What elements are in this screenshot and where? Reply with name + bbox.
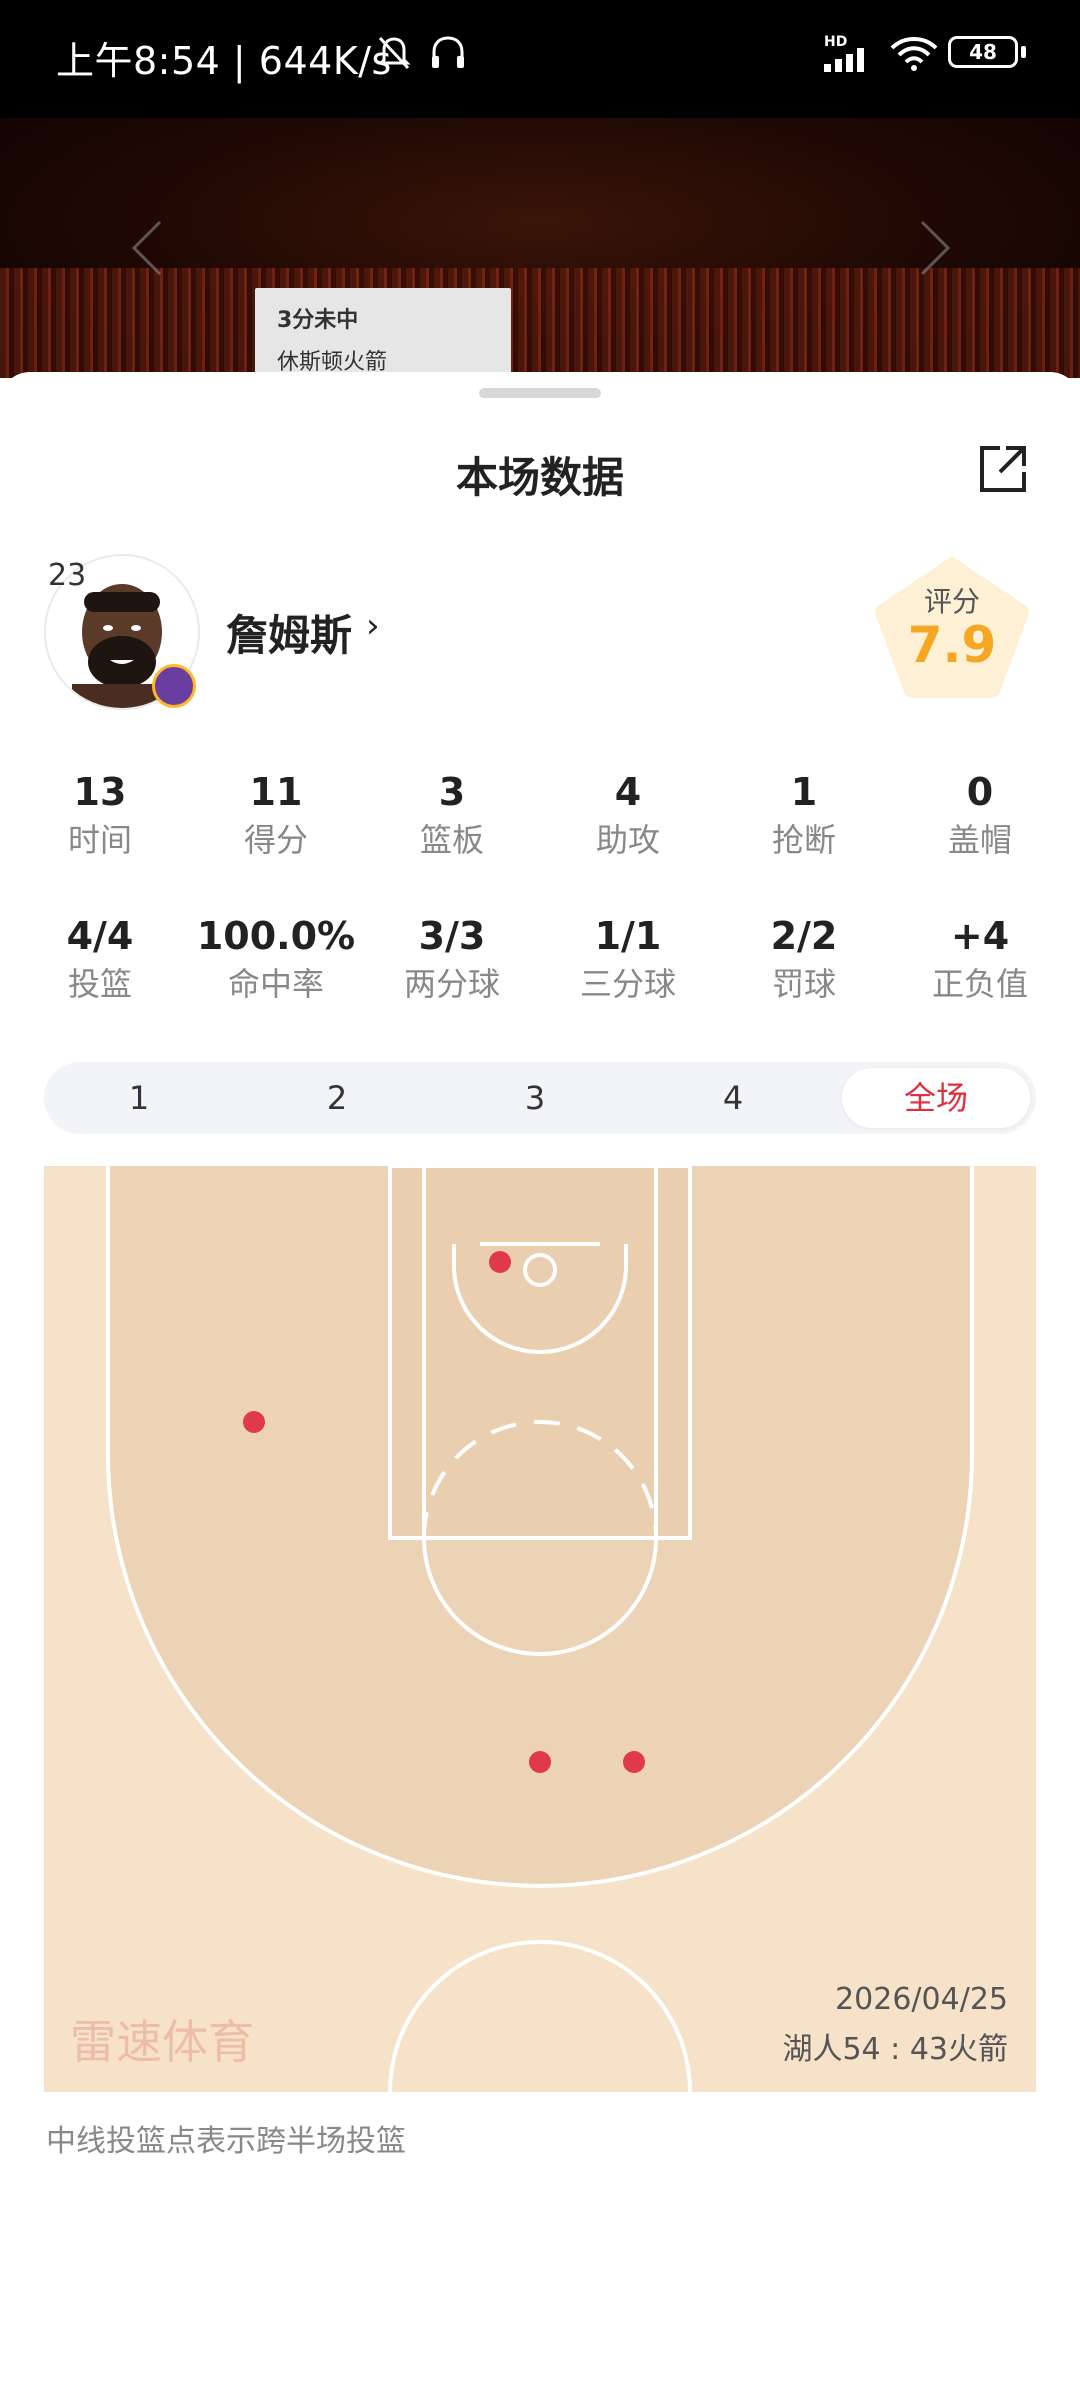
stat-value: 13 [73, 770, 127, 814]
tab-quarter-2[interactable]: 2 [242, 1062, 432, 1134]
stat-3pt: 1/1 三分球 [540, 914, 716, 1006]
stat-value: 100.0% [196, 914, 356, 958]
next-arrow-icon[interactable] [918, 218, 952, 278]
stat-rebounds: 3 篮板 [364, 770, 540, 862]
status-time-speed: 上午8:54 | 644K/s [56, 39, 392, 83]
battery-icon: 48 [948, 36, 1018, 68]
stat-label: 时间 [67, 821, 132, 859]
prev-arrow-icon[interactable] [130, 218, 164, 278]
made-shot-marker [243, 1411, 265, 1433]
lakers-logo-icon [152, 664, 196, 708]
stat-value: +4 [950, 914, 1010, 958]
battery-tip [1021, 46, 1026, 58]
stat-plus-minus: +4 正负值 [892, 914, 1068, 1006]
battery-level: 48 [969, 40, 997, 64]
stat-value: 2/2 [770, 914, 838, 958]
rating-value: 7.9 [907, 616, 997, 674]
stat-label: 投篮 [67, 965, 132, 1003]
bell-muted-icon [377, 36, 411, 70]
watermark-logo: 雷速体育 [70, 2015, 254, 2069]
sheet-title: 本场数据 [455, 453, 624, 502]
stat-value: 3/3 [418, 914, 486, 958]
player-name[interactable]: 詹姆斯 [226, 602, 352, 663]
stat-fg-pct: 100.0% 命中率 [188, 914, 364, 1006]
stat-steals: 1 抢断 [716, 770, 892, 862]
stat-fg: 4/4 投篮 [12, 914, 188, 1006]
event-popup: 3分未中 休斯顿火箭 [255, 288, 511, 378]
stat-label: 三分球 [579, 965, 676, 1003]
arena-crowd [0, 268, 1080, 378]
wifi-icon [890, 37, 938, 71]
made-shot-marker [489, 1251, 511, 1273]
chevron-right-icon[interactable]: › [366, 606, 380, 646]
shot-chart-court [44, 1166, 1036, 2092]
event-popup-title: 3分未中 [277, 308, 359, 333]
headphones-icon [432, 36, 464, 68]
stat-label: 盖帽 [947, 821, 1012, 859]
tab-quarter-1[interactable]: 1 [44, 1062, 234, 1134]
rating-label: 评分 [923, 585, 980, 618]
stat-value: 1/1 [594, 914, 662, 958]
status-bar: 上午8:54 | 644K/s HD 48 [0, 0, 1080, 118]
tab-quarter-3[interactable]: 3 [440, 1062, 630, 1134]
stat-label: 罚球 [771, 965, 836, 1003]
stat-label: 命中率 [227, 965, 324, 1003]
live-animation-background: 3分未中 休斯顿火箭 [0, 118, 1080, 378]
sheet-drag-handle[interactable] [479, 388, 601, 398]
stat-assists: 4 助攻 [540, 770, 716, 862]
jersey-number: 23 [48, 558, 87, 593]
stat-label: 篮板 [419, 821, 484, 859]
stat-value: 3 [438, 770, 466, 814]
footnote: 中线投篮点表示跨半场投篮 [46, 2124, 406, 2159]
made-shot-marker [623, 1751, 645, 1773]
stat-label: 两分球 [403, 965, 500, 1003]
stat-label: 正负值 [931, 965, 1028, 1003]
stat-label: 抢断 [771, 821, 836, 859]
stat-value: 1 [790, 770, 818, 814]
stat-minutes: 13 时间 [12, 770, 188, 862]
quarter-tabs: 1 2 3 4 全场 [44, 1062, 1036, 1134]
tab-quarter-4[interactable]: 4 [638, 1062, 828, 1134]
tab-full-game[interactable]: 全场 [842, 1068, 1030, 1128]
share-icon[interactable] [976, 442, 1030, 496]
stat-value: 4 [614, 770, 642, 814]
made-shot-marker [529, 1751, 551, 1773]
stat-ft: 2/2 罚球 [716, 914, 892, 1006]
stat-2pt: 3/3 两分球 [364, 914, 540, 1006]
stat-value: 0 [966, 770, 994, 814]
game-date: 2026/04/25 [835, 1982, 1008, 2017]
game-score: 湖人54 : 43火箭 [782, 2032, 1008, 2067]
stat-value: 11 [249, 770, 303, 814]
stat-value: 4/4 [66, 914, 134, 958]
stat-label: 得分 [243, 821, 308, 859]
stat-points: 11 得分 [188, 770, 364, 862]
stat-label: 助攻 [595, 821, 660, 859]
stat-blocks: 0 盖帽 [892, 770, 1068, 862]
signal-icon [824, 48, 864, 72]
